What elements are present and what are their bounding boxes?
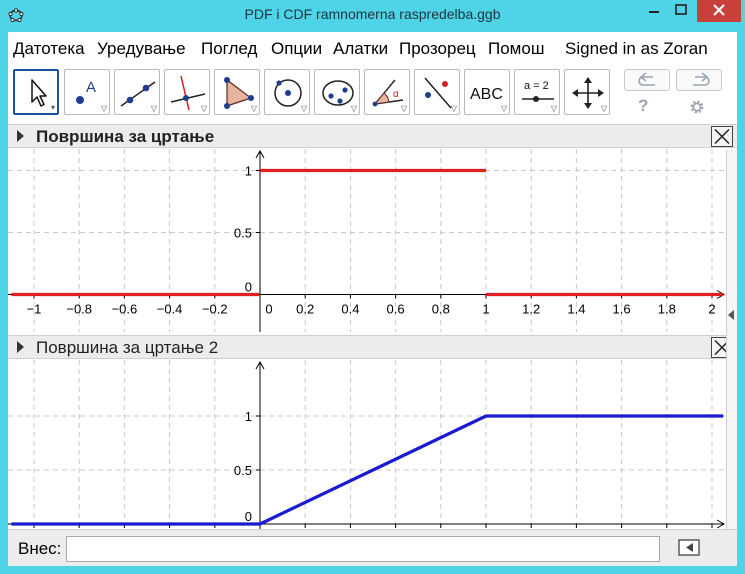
- pdf-x-tick-label: 1.4: [567, 302, 585, 317]
- help-icon[interactable]: ?: [638, 96, 658, 116]
- pdf-x-tick-label: 0.6: [387, 302, 405, 317]
- line-tool-button[interactable]: ▽: [114, 69, 160, 115]
- maximize-button[interactable]: [668, 0, 695, 22]
- svg-text:A: A: [86, 79, 96, 96]
- svg-text:a = 2: a = 2: [524, 80, 549, 92]
- title-bar[interactable]: PDF i CDF ramnomerna raspredelba.ggb: [0, 0, 745, 32]
- graphics-view-2-header: Површина за цртање 2: [8, 335, 737, 359]
- pdf-x-tick-label: 1: [482, 302, 489, 317]
- cdf-y-tick-label: 0: [245, 509, 252, 524]
- svg-text:α: α: [393, 89, 399, 100]
- pdf-x-tick-label: 0.2: [296, 302, 314, 317]
- menu-window[interactable]: Прозорец: [399, 39, 476, 59]
- angle-tool-button[interactable]: α ▽: [364, 69, 410, 115]
- input-field[interactable]: [66, 536, 660, 562]
- pdf-x-tick-label: 0.4: [341, 302, 359, 317]
- minimize-button[interactable]: [641, 0, 668, 22]
- cdf-chart: −1−0.8−0.6−0.4−0.200.20.40.60.811.21.41.…: [8, 360, 726, 529]
- circle-tool-button[interactable]: ▽: [264, 69, 310, 115]
- application-client-area: Датотека Уредување Поглед Опции Алатки П…: [8, 32, 737, 566]
- pdf-x-tick-label: 0: [265, 302, 272, 317]
- pdf-chart: −1 −0.8 −0.6 −0.4 −0.2 0 0.2 0.4 0.6 0.8 1 1.2 1.4 1.…: [8, 149, 726, 332]
- close-icon: [714, 128, 730, 145]
- pdf-x-tick-label: 1.6: [613, 302, 631, 317]
- pdf-x-tick-label: −0.4: [157, 302, 183, 317]
- cdf-y-tick-label: 0.5: [234, 463, 252, 478]
- signed-in-label[interactable]: Signed in as Zoran: [565, 39, 708, 59]
- svg-text:ABC: ABC: [470, 86, 503, 103]
- toolbar: ▾ A ▽ ▽ ▽ ▽ ▽ ▽ α ▽ ▽ ABC ▽ a = 2 ▽ ▽ ?: [8, 64, 737, 122]
- point-tool-button[interactable]: A ▽: [64, 69, 110, 115]
- pdf-y-tick-label: 0: [245, 280, 252, 295]
- input-label: Внес:: [18, 539, 62, 558]
- close-window-button[interactable]: [697, 0, 741, 22]
- side-panel-strip[interactable]: [726, 150, 737, 536]
- graphics-view-1-title: Површина за цртање: [36, 127, 215, 146]
- conic-tool-button[interactable]: ▽: [314, 69, 360, 115]
- menu-help[interactable]: Помош: [488, 39, 544, 59]
- menu-tools[interactable]: Алатки: [333, 39, 388, 59]
- pdf-x-tick-label: 1.2: [522, 302, 540, 317]
- menu-bar: Датотека Уредување Поглед Опции Алатки П…: [8, 32, 737, 64]
- close-graphics-view-1-button[interactable]: [711, 126, 733, 147]
- application-window: PDF i CDF ramnomerna raspredelba.ggb Дат…: [0, 0, 745, 574]
- graphics-view-2-title: Површина за цртање 2: [36, 338, 219, 357]
- graphics-view-1-header: Површина за цртање: [8, 124, 737, 148]
- pdf-x-tick-label: 0.8: [432, 302, 450, 317]
- undo-icon: [638, 72, 655, 86]
- redo-button[interactable]: [676, 69, 722, 91]
- polygon-tool-button[interactable]: ▽: [214, 69, 260, 115]
- graphics-view-1[interactable]: −1 −0.8 −0.6 −0.4 −0.2 0 0.2 0.4 0.6 0.8 1 1.2 1.4 1.…: [8, 149, 726, 332]
- slider-tool-button[interactable]: a = 2 ▽: [514, 69, 560, 115]
- pdf-x-tick-label: −0.6: [112, 302, 138, 317]
- menu-file[interactable]: Датотека: [13, 39, 85, 59]
- graphics-view-2[interactable]: −1−0.8−0.6−0.4−0.200.20.40.60.811.21.41.…: [8, 360, 726, 529]
- text-tool-button[interactable]: ABC ▽: [464, 69, 510, 115]
- menu-view[interactable]: Поглед: [201, 39, 257, 59]
- pdf-y-tick-label: 0.5: [234, 226, 252, 241]
- pdf-x-tick-label: 2: [708, 302, 715, 317]
- settings-gear-icon[interactable]: [688, 98, 706, 116]
- panel-toggle-icon[interactable]: [17, 130, 24, 142]
- menu-options[interactable]: Опции: [271, 39, 322, 59]
- input-bar: Внес:: [8, 529, 737, 566]
- move-graphics-view-tool-button[interactable]: ▽: [564, 69, 610, 115]
- pdf-x-tick-label: 1.8: [658, 302, 676, 317]
- window-title: PDF i CDF ramnomerna raspredelba.ggb: [244, 6, 501, 22]
- redo-icon: [693, 72, 710, 86]
- undo-button[interactable]: [624, 69, 670, 91]
- reflect-tool-button[interactable]: ▽: [414, 69, 460, 115]
- cdf-y-tick-label: 1: [245, 409, 252, 424]
- keyboard-toggle-icon[interactable]: [678, 538, 700, 558]
- pdf-y-tick-label: 1: [245, 164, 252, 179]
- pdf-x-tick-label: −0.2: [202, 302, 228, 317]
- menu-edit[interactable]: Уредување: [97, 39, 186, 59]
- perpendicular-line-tool-button[interactable]: ▽: [164, 69, 210, 115]
- panel-toggle-icon[interactable]: [17, 341, 24, 353]
- pdf-x-tick-label: −1: [27, 302, 42, 317]
- expand-panel-arrow-icon[interactable]: [728, 310, 734, 320]
- pdf-x-tick-label: −0.8: [66, 302, 92, 317]
- move-tool-button[interactable]: ▾: [13, 69, 59, 115]
